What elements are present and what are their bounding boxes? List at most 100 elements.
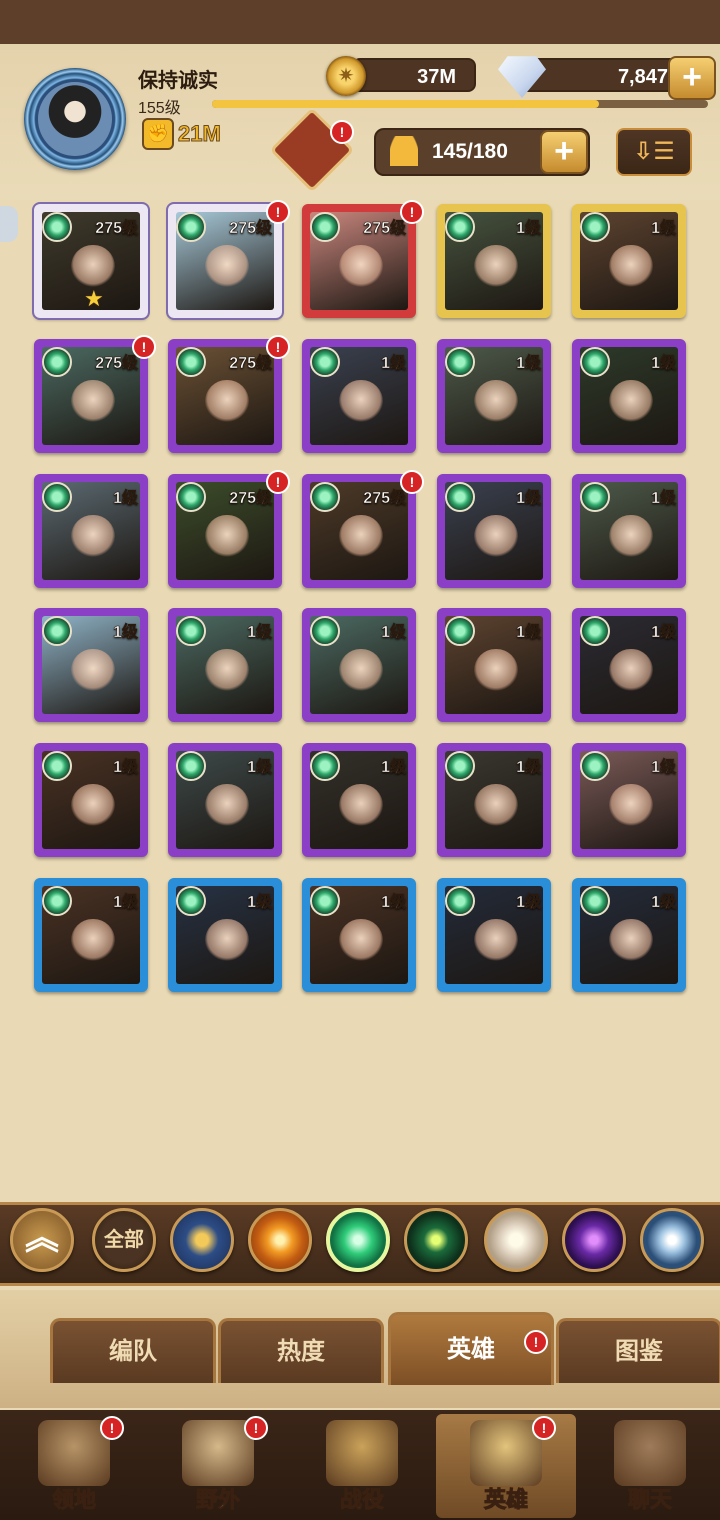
- hero-level: 1级: [381, 624, 407, 642]
- hypogean-icon[interactable]: [562, 1208, 626, 1272]
- scroll-up-icon[interactable]: ︽: [10, 1208, 74, 1272]
- nav-label: 聊天: [627, 1487, 672, 1513]
- hero-card[interactable]: 275级 ★: [32, 202, 150, 320]
- hero-card[interactable]: 1级: [437, 608, 551, 722]
- hero-card[interactable]: 1级: [572, 608, 686, 722]
- wilder-faction-icon: [176, 616, 206, 646]
- hero-card[interactable]: 1级: [572, 743, 686, 857]
- hero-level: 1级: [516, 490, 542, 508]
- sort-button[interactable]: ⇩☰: [616, 128, 692, 176]
- hero-card[interactable]: 275级: [34, 339, 148, 453]
- wilder-faction-icon: [310, 347, 340, 377]
- hero-face: [205, 515, 249, 559]
- combat-power: ✊ 21M: [142, 118, 221, 150]
- nav-item[interactable]: 野外!: [148, 1414, 288, 1518]
- hero-card[interactable]: 1级: [168, 878, 282, 992]
- hero-face: [71, 649, 115, 693]
- hero-card[interactable]: 1级: [437, 878, 551, 992]
- hero-card[interactable]: 275级: [168, 474, 282, 588]
- sort-icon: ⇩☰: [633, 138, 675, 165]
- hero-level: 1级: [247, 894, 273, 912]
- wilder-faction-icon: [445, 886, 475, 916]
- hero-card[interactable]: 1级: [302, 878, 416, 992]
- graveborn-icon[interactable]: [404, 1208, 468, 1272]
- wilder-faction-icon: [176, 212, 206, 242]
- hero-card[interactable]: 275级: [166, 202, 284, 320]
- wilder-faction-icon: [310, 482, 340, 512]
- hero-card[interactable]: 1级: [437, 743, 551, 857]
- hero-level: 1级: [651, 355, 677, 373]
- hero-card[interactable]: 1级: [168, 608, 282, 722]
- hero-card[interactable]: 1级: [34, 878, 148, 992]
- expand-capacity-button[interactable]: +: [540, 130, 588, 174]
- gold-value: 37M: [417, 66, 456, 88]
- hero-face: [609, 245, 653, 289]
- side-drawer-handle[interactable]: [0, 206, 18, 242]
- hero-card[interactable]: 275级: [168, 339, 282, 453]
- nav-item[interactable]: 英雄!: [436, 1414, 576, 1518]
- mauler-icon[interactable]: [248, 1208, 312, 1272]
- user-icon: [390, 136, 418, 166]
- hero-card[interactable]: 1级: [437, 339, 551, 453]
- hero-card[interactable]: 1级: [34, 743, 148, 857]
- xp-bar-fill: [212, 100, 599, 108]
- hero-card[interactable]: 1级: [34, 474, 148, 588]
- hero-card[interactable]: 1级: [302, 339, 416, 453]
- hero-card[interactable]: 1级: [302, 608, 416, 722]
- hero-level: 1级: [651, 624, 677, 642]
- subtab-4[interactable]: 图鉴: [556, 1318, 720, 1383]
- diamond-counter: 7,847: [520, 58, 684, 92]
- wilder-faction-icon: [42, 212, 72, 242]
- dimensional-icon[interactable]: [640, 1208, 704, 1272]
- hero-card[interactable]: 1级: [168, 743, 282, 857]
- subtab-1[interactable]: 编队: [50, 1318, 216, 1383]
- star-icon: ★: [84, 286, 104, 311]
- hero-card[interactable]: 1级: [572, 204, 686, 318]
- nav-item[interactable]: 领地!: [4, 1414, 144, 1518]
- hero-card[interactable]: 1级: [572, 474, 686, 588]
- hero-card[interactable]: 1级: [34, 608, 148, 722]
- wilder-faction-icon: [445, 482, 475, 512]
- faction-all-button[interactable]: 全部: [92, 1208, 156, 1272]
- celestial-icon[interactable]: [484, 1208, 548, 1272]
- subtab-label: 图鉴: [615, 1338, 663, 1365]
- hero-level: 275级: [229, 355, 272, 373]
- player-avatar[interactable]: [24, 68, 126, 170]
- hero-face: [339, 515, 383, 559]
- lightbearer-icon[interactable]: [170, 1208, 234, 1272]
- hero-card[interactable]: 1级: [437, 474, 551, 588]
- gold-coin-icon: ✷: [326, 56, 366, 96]
- hero-level: 275级: [363, 220, 406, 238]
- nav-label: 领地: [51, 1487, 96, 1513]
- hero-face: [609, 784, 653, 828]
- emblem-alert-badge: !: [330, 120, 354, 144]
- hero-level: 1级: [247, 759, 273, 777]
- hero-level: 1级: [381, 894, 407, 912]
- hero-card[interactable]: 1级: [437, 204, 551, 318]
- wilder-faction-icon: [310, 616, 340, 646]
- hero-card[interactable]: 275级: [302, 474, 416, 588]
- hero-card[interactable]: 1级: [302, 743, 416, 857]
- wilder-icon[interactable]: [326, 1208, 390, 1272]
- nav-item[interactable]: 战役: [292, 1414, 432, 1518]
- hero-face: [71, 380, 115, 424]
- hero-card[interactable]: 1级: [572, 878, 686, 992]
- hero-alert-badge: !: [266, 470, 290, 494]
- hero-face: [205, 649, 249, 693]
- hero-face: [609, 380, 653, 424]
- chat-icon: [614, 1420, 686, 1486]
- player-name: 保持诚实: [138, 70, 218, 92]
- subtab-2[interactable]: 热度: [218, 1318, 384, 1383]
- wilder-faction-icon: [445, 616, 475, 646]
- hero-card[interactable]: 275级: [302, 204, 416, 318]
- wilder-faction-icon: [42, 616, 72, 646]
- hero-level: 1级: [381, 759, 407, 777]
- hero-level: 1级: [247, 624, 273, 642]
- add-diamonds-button[interactable]: +: [668, 56, 716, 100]
- hero-face: [474, 515, 518, 559]
- wilder-faction-icon: [580, 616, 610, 646]
- wilder-faction-icon: [42, 886, 72, 916]
- wilder-faction-icon: [176, 886, 206, 916]
- nav-item[interactable]: 聊天: [580, 1414, 720, 1518]
- hero-card[interactable]: 1级: [572, 339, 686, 453]
